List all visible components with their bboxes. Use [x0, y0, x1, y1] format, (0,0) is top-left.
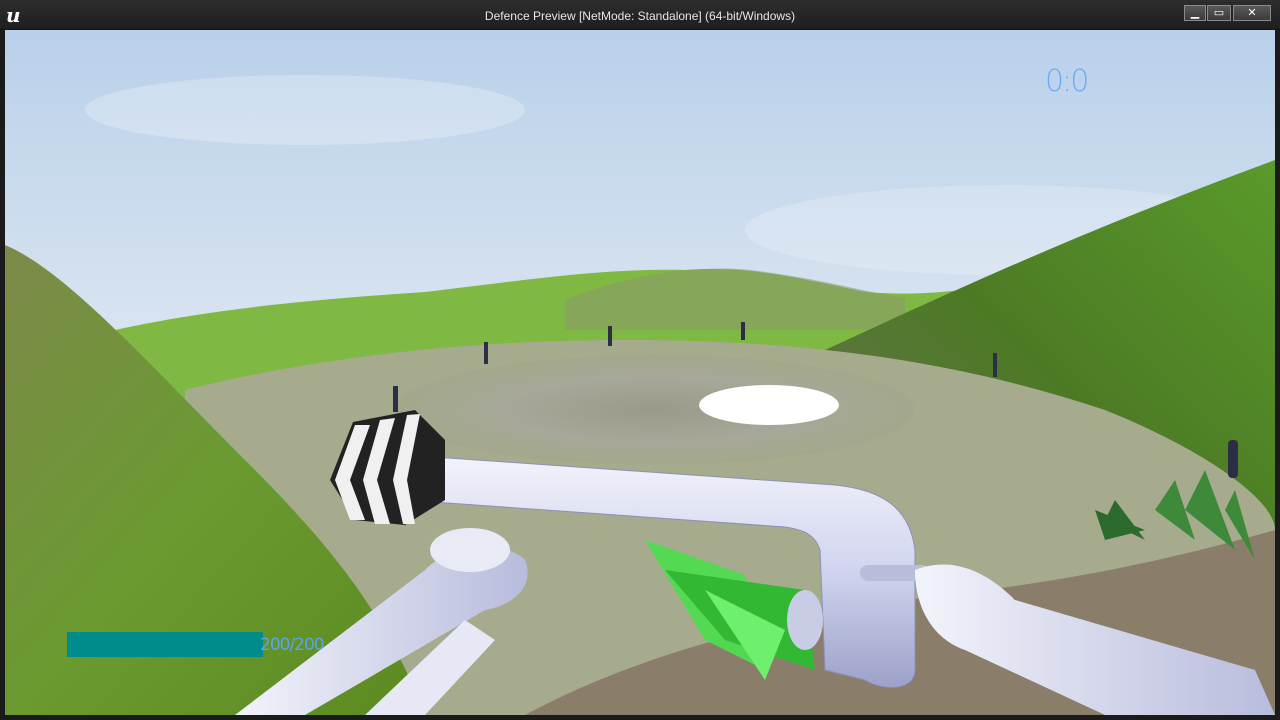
- game-viewport[interactable]: 0:0 200/200: [5, 30, 1275, 715]
- title-bar[interactable]: u Defence Preview [NetMode: Standalone] …: [0, 0, 1280, 30]
- minimize-button[interactable]: ▁: [1184, 5, 1206, 21]
- post: [741, 322, 745, 340]
- post: [393, 386, 398, 412]
- post: [993, 353, 997, 377]
- post: [484, 342, 488, 364]
- game-window: u Defence Preview [NetMode: Standalone] …: [0, 0, 1280, 720]
- window-title: Defence Preview [NetMode: Standalone] (6…: [484, 9, 796, 23]
- close-button[interactable]: ✕: [1233, 5, 1271, 21]
- cloud: [85, 75, 525, 145]
- right-fingers: [787, 590, 823, 650]
- score-display: 0:0: [1045, 64, 1089, 99]
- health-bar-fill: [67, 632, 263, 657]
- post: [608, 326, 612, 346]
- left-hand: [430, 528, 510, 572]
- arena-floor: [395, 355, 915, 465]
- maximize-button[interactable]: ▭: [1207, 5, 1231, 21]
- health-text: 200/200: [260, 635, 325, 655]
- post: [1228, 440, 1238, 478]
- health-bar: [67, 632, 263, 657]
- white-spawn-pad: [699, 385, 839, 425]
- game-scene: [5, 30, 1275, 715]
